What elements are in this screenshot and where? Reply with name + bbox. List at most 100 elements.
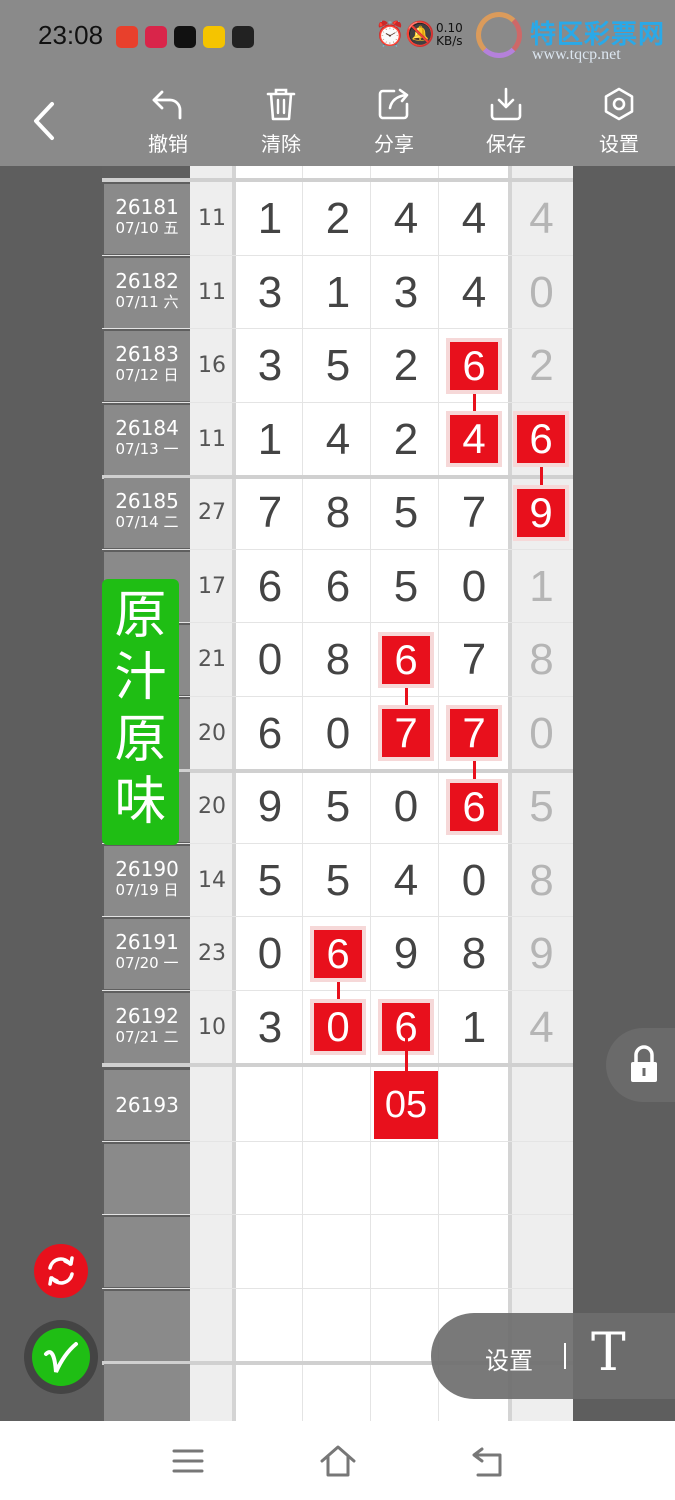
issue-number: 26185 — [115, 489, 179, 513]
digit-cell[interactable]: 5 — [304, 770, 372, 843]
digit-cell[interactable]: 5 — [372, 550, 440, 623]
digit-cell[interactable]: 4 — [440, 256, 508, 329]
refresh-button[interactable] — [34, 1244, 88, 1298]
trash-icon — [266, 88, 296, 121]
digit-cell[interactable]: 6 — [236, 697, 304, 770]
marked-digit[interactable]: 7 — [382, 709, 430, 758]
digit-cell[interactable]: 3 — [236, 256, 304, 329]
clear-label: 清除 — [261, 132, 301, 156]
digit-cell[interactable]: 0 — [440, 550, 508, 623]
app-notification-icon — [145, 26, 167, 48]
marked-digit[interactable]: 0 — [314, 1003, 362, 1052]
back-button[interactable] — [24, 96, 68, 146]
sum-cell: 14 — [198, 867, 226, 893]
row-divider — [102, 1287, 573, 1289]
empty-issue-cell — [104, 1290, 190, 1361]
digit-cell[interactable]: 6 — [304, 550, 372, 623]
digit-cell[interactable]: 3 — [236, 991, 304, 1064]
marked-digit[interactable]: 9 — [517, 488, 565, 537]
sum-cell: 20 — [198, 794, 226, 819]
digit-cell[interactable]: 5 — [236, 844, 304, 917]
digit-cell[interactable]: 7 — [236, 476, 304, 549]
digit-cell[interactable]: 0 — [510, 256, 573, 329]
digit-cell[interactable]: 0 — [440, 844, 508, 917]
digit-cell[interactable]: 1 — [236, 182, 304, 255]
digit-cell[interactable]: 9 — [236, 770, 304, 843]
sum-cell: 21 — [198, 647, 226, 672]
text-tool-icon[interactable]: T — [591, 1323, 626, 1383]
issue-date: 07/11 六 — [115, 292, 179, 311]
issue-cell: 26181 07/10 五 — [104, 184, 190, 254]
digit-cell[interactable]: 8 — [304, 623, 372, 696]
digit-cell[interactable]: 0 — [236, 623, 304, 696]
issue-date: 07/14 二 — [115, 513, 179, 531]
menu-icon[interactable] — [168, 1441, 208, 1481]
digit-cell[interactable]: 8 — [510, 623, 573, 696]
digit-cell[interactable]: 4 — [510, 991, 573, 1064]
digit-cell[interactable]: 5 — [510, 770, 573, 843]
digit-cell[interactable]: 1 — [510, 550, 573, 623]
digit-cell[interactable]: 4 — [372, 844, 440, 917]
digit-cell[interactable]: 9 — [510, 917, 573, 990]
stamp-label[interactable]: 原汁原味 — [102, 579, 179, 845]
marked-digit[interactable]: 7 — [450, 709, 498, 758]
marked-digit[interactable]: 6 — [382, 635, 430, 684]
lock-icon — [631, 1045, 657, 1082]
save-button[interactable]: 保存 — [471, 86, 541, 160]
marked-digit[interactable]: 6 — [517, 415, 565, 464]
digit-cell[interactable]: 6 — [236, 550, 304, 623]
alarm-icon: ⏰ — [375, 20, 405, 48]
text-tool-settings-button[interactable]: 设置 — [485, 1341, 533, 1376]
undo-button[interactable]: 撤销 — [133, 86, 203, 160]
digit-cell[interactable]: 3 — [372, 256, 440, 329]
digit-cell[interactable]: 1 — [304, 256, 372, 329]
digit-cell[interactable]: 7 — [440, 476, 508, 549]
digit-cell[interactable]: 8 — [440, 917, 508, 990]
digit-cell[interactable]: 7 — [440, 623, 508, 696]
digit-cell[interactable]: 4 — [304, 403, 372, 476]
digit-cell[interactable]: 8 — [510, 844, 573, 917]
digit-cell[interactable]: 2 — [304, 182, 372, 255]
digit-cell[interactable]: 5 — [372, 476, 440, 549]
settings-button[interactable]: 设置 — [584, 86, 654, 160]
save-label: 保存 — [486, 132, 526, 156]
digit-cell[interactable]: 3 — [236, 329, 304, 402]
digit-cell[interactable]: 1 — [236, 403, 304, 476]
digit-cell[interactable]: 1 — [440, 991, 508, 1064]
pen-button[interactable] — [24, 1320, 98, 1394]
digit-cell[interactable]: 4 — [440, 182, 508, 255]
digit-cell[interactable]: 2 — [510, 329, 573, 402]
undo-icon — [152, 90, 182, 120]
issue-date: 07/19 日 — [115, 880, 179, 899]
clear-button[interactable]: 清除 — [246, 86, 316, 160]
issue-number: 26190 — [115, 856, 179, 881]
digit-cell[interactable]: 0 — [372, 770, 440, 843]
digit-cell[interactable]: 0 — [236, 917, 304, 990]
home-icon[interactable] — [318, 1441, 358, 1481]
marked-digit[interactable]: 4 — [450, 415, 498, 464]
digit-cell[interactable]: 5 — [304, 329, 372, 402]
digit-cell[interactable]: 0 — [304, 697, 372, 770]
digit-cell[interactable]: 8 — [304, 476, 372, 549]
digit-cell[interactable]: 0 — [510, 697, 573, 770]
marked-digit[interactable]: 6 — [450, 782, 498, 831]
digit-cell[interactable]: 9 — [372, 917, 440, 990]
marked-digit[interactable]: 6 — [450, 341, 498, 390]
marked-digit[interactable]: 6 — [314, 929, 362, 978]
share-button[interactable]: 分享 — [359, 86, 429, 160]
digit-cell[interactable]: 5 — [304, 844, 372, 917]
digit-cell[interactable]: 4 — [510, 182, 573, 255]
lock-button[interactable] — [606, 1028, 675, 1102]
issue-cell: 26191 07/20 一 — [104, 919, 190, 989]
app-notification-icon — [116, 26, 138, 48]
text-tool-panel[interactable]: 设置 T — [431, 1313, 675, 1399]
digit-cell[interactable]: 4 — [372, 182, 440, 255]
back-nav-icon[interactable] — [468, 1441, 508, 1481]
prediction-mark[interactable]: 05 — [374, 1070, 438, 1139]
row-divider — [102, 1063, 573, 1067]
empty-issue-cell — [104, 1217, 190, 1287]
digit-cell[interactable]: 2 — [372, 329, 440, 402]
sum-cell: 11 — [198, 426, 226, 452]
digit-cell[interactable]: 2 — [372, 403, 440, 476]
next-issue-number: 26193 — [115, 1093, 179, 1117]
